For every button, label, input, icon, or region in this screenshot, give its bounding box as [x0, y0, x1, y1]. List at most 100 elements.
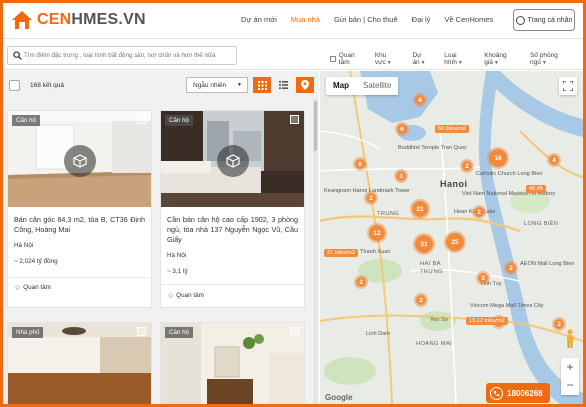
listing-location: Hà Nội [167, 252, 187, 259]
vr-tour-icon[interactable] [217, 145, 249, 177]
card-divider [161, 284, 304, 285]
tab-map[interactable]: Map [326, 77, 356, 95]
map-pane[interactable]: Hanoi TRUNG HAI BÀ TRƯNG Keangnam Hanoi … [320, 71, 583, 404]
map-label-longbien: LONG BIÊN [524, 221, 559, 227]
card-divider [8, 277, 151, 278]
map-cluster[interactable]: 6 [353, 157, 367, 171]
hotline-button[interactable]: 18006268 [486, 383, 550, 403]
nav-item-gui-ban[interactable]: Gửi bán | Cho thuê [334, 15, 398, 24]
card-select-checkbox[interactable] [290, 327, 299, 336]
map-label-aeon: AEON Mall Long Bien [520, 261, 575, 267]
map-label-buddhist: Buddhist Temple Tran Quoc [398, 145, 467, 151]
nav-item-mua-nha[interactable]: Mua nhà [291, 15, 320, 24]
map-cluster[interactable]: 2 [552, 317, 566, 331]
star-icon: ☆ [167, 291, 175, 300]
map-cluster[interactable]: 31 [413, 233, 435, 255]
filter-du-an[interactable]: Dự án▼ [412, 52, 435, 66]
map-view-button[interactable] [296, 77, 314, 93]
listing-card[interactable]: Căn hộ [160, 322, 305, 404]
fullscreen-icon [563, 81, 573, 91]
nav-item-dai-ly[interactable]: Đại lý [412, 15, 431, 24]
map-label-hanoi: Hanoi [440, 179, 468, 189]
map-cluster[interactable]: 4 [547, 153, 561, 167]
map-cluster[interactable]: 4 [413, 93, 427, 107]
listing-photo[interactable]: Căn hộ [8, 111, 151, 207]
property-type-badge: Nhà phố [12, 327, 44, 338]
street-view-pegman-icon[interactable] [565, 329, 575, 349]
user-icon [515, 15, 525, 25]
property-type-badge: Căn hộ [165, 115, 193, 126]
brand-logo[interactable]: CENHMES.VN [11, 9, 146, 31]
map-cluster[interactable]: 25 [444, 231, 466, 253]
listing-card[interactable]: Căn hộ Cần bán căn hộ cao cấp 1902, 3 ph… [160, 110, 305, 308]
phone-icon [490, 386, 503, 400]
list-scrollbar[interactable] [313, 99, 318, 404]
map-price-tag[interactable]: 45,45 [526, 185, 546, 193]
map-cluster[interactable]: 3 [394, 169, 408, 183]
map-price-tag[interactable]: 19,12 triệu/m2 [466, 317, 508, 325]
filter-khu-vuc[interactable]: Khu vực▼ [375, 52, 404, 66]
search-icon[interactable] [10, 49, 24, 63]
listing-title[interactable]: Cần bán căn hộ cao cấp 1902, 3 phòng ngủ… [161, 207, 304, 245]
sort-select[interactable]: Ngẫu nhiên ▼ [186, 77, 248, 93]
map-label-vincom: Vincom Mega Mall Times City [470, 303, 544, 309]
property-type-badge: Căn hộ [165, 327, 193, 338]
save-button[interactable]: ☆ Quan tâm [8, 283, 57, 292]
chevron-down-icon: ▼ [386, 60, 392, 66]
listing-photo[interactable]: Căn hộ [161, 323, 304, 404]
save-button[interactable]: ☆ Quan tâm [161, 291, 210, 300]
map-cluster[interactable]: 21 [410, 199, 430, 219]
map-label-yen: Yen So [430, 317, 448, 323]
listing-card[interactable]: Căn hộ Bán căn góc 84,3 m2, tòa B, CT36 … [7, 110, 152, 308]
map-price-tag[interactable]: 66 triệu/m2 [435, 125, 469, 133]
search-box [7, 46, 237, 65]
listing-card[interactable]: Nhà phố [7, 322, 152, 404]
nav-item-ve-cenhomes[interactable]: Về CenHomes [444, 15, 493, 24]
vr-tour-icon[interactable] [64, 145, 96, 177]
fullscreen-button[interactable] [559, 77, 577, 95]
map-cluster[interactable]: 2 [414, 293, 428, 307]
favorite-checkbox[interactable] [330, 56, 336, 62]
filter-so-phong-ngu[interactable]: Số phòng ngủ▼ [530, 52, 574, 66]
map-cluster[interactable]: 12 [367, 223, 387, 243]
map-cluster[interactable]: 16 [487, 147, 509, 169]
map-cluster[interactable]: 2 [472, 205, 486, 219]
filter-loai-hinh[interactable]: Loại hình▼ [444, 52, 475, 66]
card-select-checkbox[interactable] [137, 115, 146, 124]
map-cluster[interactable]: 3 [476, 271, 490, 285]
account-button[interactable]: Trang cá nhân [513, 9, 575, 31]
card-select-checkbox[interactable] [290, 115, 299, 124]
chevron-down-icon: ▼ [457, 60, 463, 66]
nav-item-du-an-moi[interactable]: Dự án mới [241, 15, 277, 24]
map-cluster[interactable]: 2 [504, 261, 518, 275]
map-label-trung: TRUNG [377, 211, 400, 217]
listing-location: Hà Nội [14, 242, 34, 249]
select-all-checkbox[interactable] [9, 80, 20, 91]
listing-photo[interactable]: Nhà phố [8, 323, 151, 404]
list-toolbar: 168 kết quả Ngẫu nhiên ▼ [3, 71, 319, 99]
list-icon [278, 81, 288, 89]
zoom-in-button[interactable]: + [561, 358, 579, 376]
map-cluster[interactable]: 6 [395, 122, 409, 136]
list-view-button[interactable] [274, 77, 292, 93]
map-label-linh: Linh Dam [366, 331, 390, 337]
map-label-district-2: TRƯNG [420, 269, 443, 275]
grid-view-button[interactable] [253, 77, 271, 93]
grid-icon [257, 80, 267, 90]
listing-title[interactable]: Bán căn góc 84,3 m2, tòa B, CT36 Định Cô… [8, 207, 151, 235]
map-cluster[interactable]: 2 [364, 191, 378, 205]
map-label-district-1: HAI BÀ [420, 261, 441, 267]
top-header: CENHMES.VN Dự án mới Mua nhà Gửi bán | C… [3, 3, 583, 39]
map-cluster[interactable]: 2 [354, 275, 368, 289]
listing-photo[interactable]: Căn hộ [161, 111, 304, 207]
zoom-out-button[interactable]: − [561, 376, 579, 394]
map-cluster[interactable]: 2 [460, 159, 474, 173]
card-select-checkbox[interactable] [137, 327, 146, 336]
map-price-tag[interactable]: 21 triệu/m2 [324, 249, 358, 257]
scrollbar-thumb[interactable] [314, 101, 317, 151]
filter-khoang-gia[interactable]: Khoảng giá▼ [484, 52, 521, 66]
tab-satellite[interactable]: Satellite [356, 77, 398, 95]
brand-name: CENHMES.VN [37, 11, 146, 28]
property-type-badge: Căn hộ [12, 115, 40, 126]
search-input[interactable] [24, 52, 234, 59]
